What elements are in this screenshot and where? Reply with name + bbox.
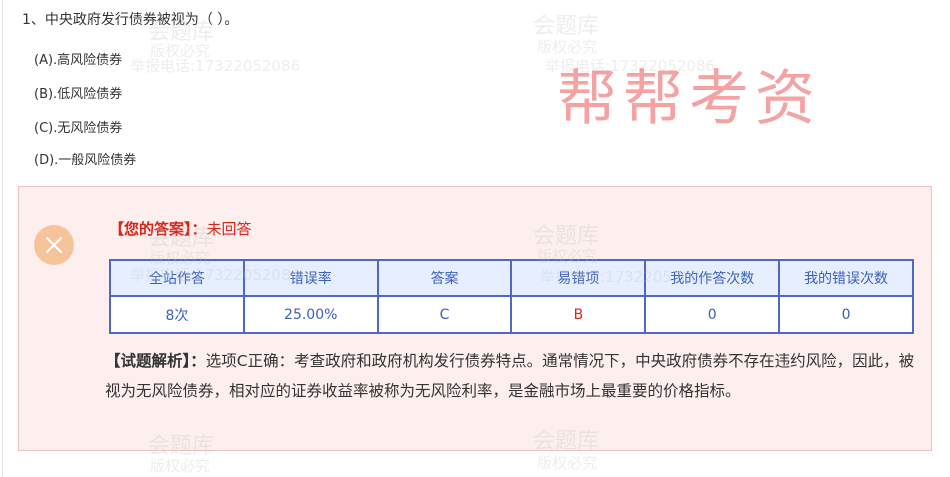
brand-stamp: 帮帮考资 <box>557 64 821 134</box>
col-header-error-rate: 错误率 <box>242 259 379 297</box>
watermark-site: 会题库 <box>533 14 600 39</box>
watermark-rights: 版权必究 <box>537 454 598 472</box>
col-header-my-attempts: 我的作答次数 <box>644 259 781 297</box>
cell-total: 8次 <box>109 295 245 334</box>
analysis-body: 选项C正确：考查政府和政府机构发行债券特点。通常情况下，中央政府债券不存在违约风… <box>105 352 915 400</box>
col-header-total: 全站作答 <box>109 259 245 297</box>
table-row: 8次 25.00% C B 0 0 <box>109 295 914 334</box>
watermark-report: 举报电话:17322052086 <box>545 57 716 75</box>
cell-error-rate: 25.00% <box>242 295 379 334</box>
watermark-rights: 版权必究 <box>150 457 211 475</box>
col-header-answer: 答案 <box>376 259 513 297</box>
cell-answer: C <box>376 295 513 334</box>
your-answer-label: 【您的答案】： <box>109 220 207 238</box>
watermark-rights: 版权必究 <box>150 42 211 60</box>
col-header-my-errors: 我的错误次数 <box>778 259 914 297</box>
option-b[interactable]: (B).低风险债券 <box>34 83 122 102</box>
analysis-label: 【试题解析】： <box>105 352 206 370</box>
question-page: 1、中央政府发行债券被视为（ ）。 (A).高风险债券 (B).低风险债券 (C… <box>0 0 950 477</box>
answer-stats-table: 全站作答 错误率 答案 易错项 我的作答次数 我的错误次数 8次 25.00% … <box>109 259 914 334</box>
table-header-row: 全站作答 错误率 答案 易错项 我的作答次数 我的错误次数 <box>109 259 914 297</box>
left-divider <box>2 0 3 477</box>
analysis-text: 【试题解析】：选项C正确：考查政府和政府机构发行债券特点。通常情况下，中央政府债… <box>105 346 917 406</box>
option-a[interactable]: (A).高风险债券 <box>34 49 122 68</box>
answer-result-panel: 【您的答案】：未回答 全站作答 错误率 答案 易错项 我的作答次数 我的错误次数… <box>18 186 932 451</box>
col-header-common-wrong: 易错项 <box>510 259 647 297</box>
watermark-report: 举报电话:17322052086 <box>130 57 301 75</box>
cell-my-errors: 0 <box>778 295 914 334</box>
wrong-x-icon <box>34 225 74 265</box>
cell-my-attempts: 0 <box>644 295 781 334</box>
option-c[interactable]: (C).无风险债券 <box>34 117 122 136</box>
watermark-rights: 版权必究 <box>537 38 598 56</box>
your-answer: 【您的答案】：未回答 <box>109 218 252 239</box>
question-stem: 1、中央政府发行债券被视为（ ）。 <box>22 12 239 28</box>
cell-common-wrong: B <box>510 295 647 334</box>
your-answer-value: 未回答 <box>206 220 252 238</box>
option-d[interactable]: (D).一般风险债券 <box>34 149 136 168</box>
